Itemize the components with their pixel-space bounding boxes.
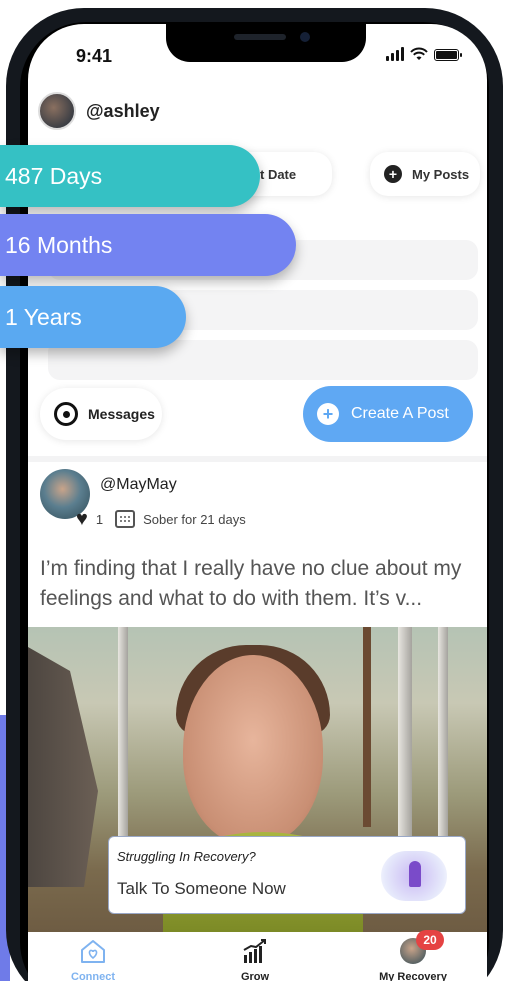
tab-bar: Connect Grow 20 My Recovery bbox=[28, 930, 487, 981]
front-camera bbox=[300, 32, 310, 42]
messages-button[interactable]: Messages bbox=[40, 388, 162, 440]
days-counter-label: 487 Days bbox=[5, 162, 103, 189]
my-avatar[interactable] bbox=[38, 92, 76, 130]
callout-title: Struggling In Recovery? bbox=[117, 849, 256, 864]
heart-house-icon bbox=[81, 940, 105, 963]
phone-notch bbox=[166, 24, 366, 62]
post-body[interactable]: I’m finding that I really have no clue a… bbox=[40, 554, 480, 614]
status-time: 9:41 bbox=[76, 46, 113, 66]
plus-icon: + bbox=[384, 165, 402, 183]
profile-header: @ashley bbox=[38, 92, 160, 130]
photo-face bbox=[183, 655, 323, 845]
speaker-grill bbox=[234, 34, 286, 40]
years-counter-label: 1 Years bbox=[5, 303, 82, 330]
tab-connect-label: Connect bbox=[71, 971, 115, 981]
like-count: 1 bbox=[95, 511, 104, 527]
tab-connect[interactable]: Connect bbox=[38, 938, 148, 981]
post-meta: ♥ 1 Sober for 21 days bbox=[76, 509, 246, 529]
years-counter-pill: 1 Years bbox=[0, 286, 186, 348]
my-posts-label: My Posts bbox=[412, 166, 470, 182]
status-icons bbox=[386, 47, 462, 61]
create-post-button[interactable]: + Create A Post bbox=[303, 386, 473, 442]
wifi-icon bbox=[410, 47, 428, 60]
section-divider bbox=[28, 456, 487, 462]
tab-my-recovery-label: My Recovery bbox=[379, 971, 447, 981]
signal-icon bbox=[386, 47, 404, 61]
tab-my-recovery[interactable]: 20 My Recovery bbox=[358, 930, 468, 981]
battery-icon bbox=[434, 49, 462, 61]
photo-rock bbox=[28, 647, 98, 887]
help-callout[interactable]: Struggling In Recovery? Talk To Someone … bbox=[108, 836, 466, 914]
meditation-illustration bbox=[381, 851, 447, 901]
photo-tree bbox=[363, 627, 371, 827]
heart-icon[interactable]: ♥ bbox=[76, 509, 88, 529]
messages-label: Messages bbox=[88, 406, 155, 422]
post-author-name[interactable]: @MayMay bbox=[100, 476, 177, 494]
calendar-icon bbox=[115, 510, 136, 528]
callout-subtitle: Talk To Someone Now bbox=[117, 879, 286, 898]
tab-grow[interactable]: Grow bbox=[200, 938, 310, 981]
set-date-label: t Date bbox=[260, 166, 297, 182]
sober-days: Sober for 21 days bbox=[143, 511, 246, 527]
months-counter-pill: 16 Months bbox=[0, 214, 296, 276]
photo-tree bbox=[438, 627, 448, 867]
create-post-label: Create A Post bbox=[351, 405, 449, 422]
my-posts-chip[interactable]: + My Posts bbox=[370, 152, 480, 196]
tab-grow-label: Grow bbox=[240, 971, 270, 981]
notification-badge: 20 bbox=[416, 930, 444, 950]
growth-chart-icon bbox=[243, 939, 266, 963]
days-counter-pill: 487 Days bbox=[0, 145, 260, 207]
photo-tree bbox=[118, 627, 128, 847]
months-counter-label: 16 Months bbox=[5, 231, 113, 258]
plus-circle-icon: + bbox=[317, 403, 339, 425]
chat-bubble-icon bbox=[54, 402, 78, 426]
profile-username: @ashley bbox=[86, 100, 160, 121]
